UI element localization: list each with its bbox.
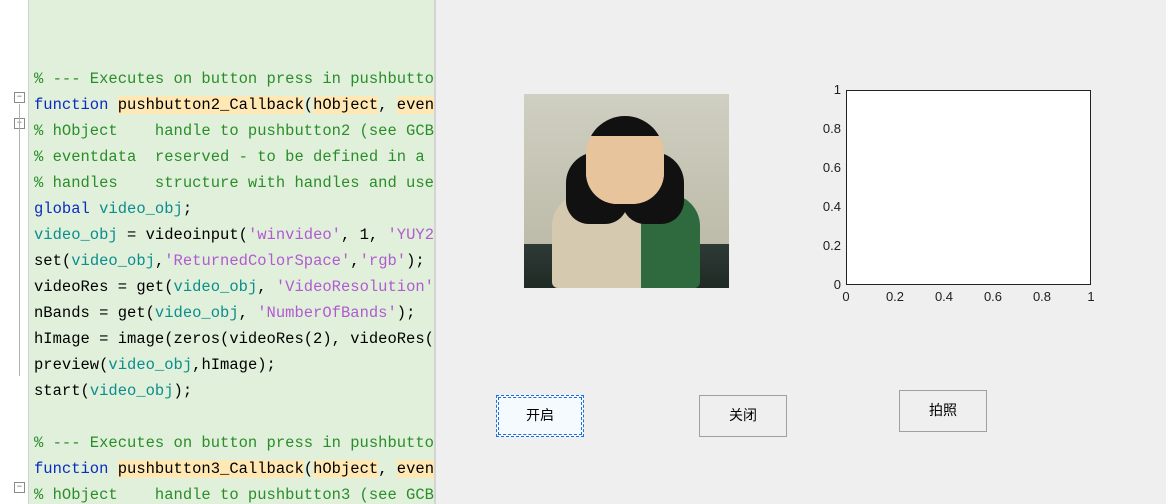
open-button[interactable]: 开启 — [496, 395, 584, 437]
code-line[interactable]: function pushbutton2_Callback(hObject, e… — [34, 92, 436, 118]
code-editor[interactable]: % --- Executes on button press in pushbu… — [0, 0, 436, 504]
fold-toggle-icon[interactable] — [14, 92, 25, 103]
fold-line — [19, 104, 20, 376]
plot-axes: 00.20.40.60.81 00.20.40.60.81 — [811, 85, 1096, 310]
x-tick-label: 0.6 — [978, 289, 1008, 304]
y-tick-label: 0.8 — [813, 121, 841, 136]
code-line[interactable]: start(video_obj); — [34, 378, 436, 404]
x-tick-label: 0.2 — [880, 289, 910, 304]
code-line[interactable]: % eventdata reserved - to be defined in … — [34, 144, 436, 170]
close-button[interactable]: 关闭 — [699, 395, 787, 437]
code-line[interactable]: function pushbutton3_Callback(hObject, e… — [34, 456, 436, 482]
code-line[interactable]: hImage = image(zeros(videoRes(2), videoR… — [34, 326, 436, 352]
x-tick-label: 0 — [831, 289, 861, 304]
x-tick-label: 1 — [1076, 289, 1106, 304]
code-line[interactable]: videoRes = get(video_obj, 'VideoResoluti… — [34, 274, 436, 300]
y-tick-label: 0.2 — [813, 238, 841, 253]
code-line[interactable]: % handles structure with handles and use… — [34, 170, 436, 196]
fold-toggle-icon[interactable] — [14, 482, 25, 493]
y-tick-label: 1 — [813, 82, 841, 97]
code-line[interactable]: set(video_obj,'ReturnedColorSpace','rgb'… — [34, 248, 436, 274]
code-line[interactable] — [34, 404, 436, 430]
snap-button[interactable]: 拍照 — [899, 390, 987, 432]
code-line[interactable]: % hObject handle to pushbutton3 (see GCB… — [34, 482, 436, 504]
code-line[interactable]: % hObject handle to pushbutton2 (see GCB… — [34, 118, 436, 144]
editor-gutter — [0, 0, 29, 504]
glasses-icon — [604, 164, 648, 178]
y-tick-label: 0.6 — [813, 160, 841, 175]
y-tick-label: 0.4 — [813, 199, 841, 214]
code-line[interactable]: global video_obj; — [34, 196, 436, 222]
code-line[interactable]: % --- Executes on button press in pushbu… — [34, 66, 436, 92]
code-lines[interactable]: % --- Executes on button press in pushbu… — [34, 40, 436, 504]
code-line[interactable]: nBands = get(video_obj, 'NumberOfBands')… — [34, 300, 436, 326]
code-line[interactable]: video_obj = videoinput('winvideo', 1, 'Y… — [34, 222, 436, 248]
code-line[interactable]: preview(video_obj,hImage); — [34, 352, 436, 378]
x-tick-label: 0.8 — [1027, 289, 1057, 304]
x-tick-label: 0.4 — [929, 289, 959, 304]
webcam-preview — [524, 94, 729, 288]
code-line[interactable] — [34, 40, 436, 66]
plot-area — [846, 90, 1091, 285]
gui-figure: 00.20.40.60.81 00.20.40.60.81 开启 关闭 拍照 — [436, 0, 1166, 504]
code-line[interactable]: % --- Executes on button press in pushbu… — [34, 430, 436, 456]
